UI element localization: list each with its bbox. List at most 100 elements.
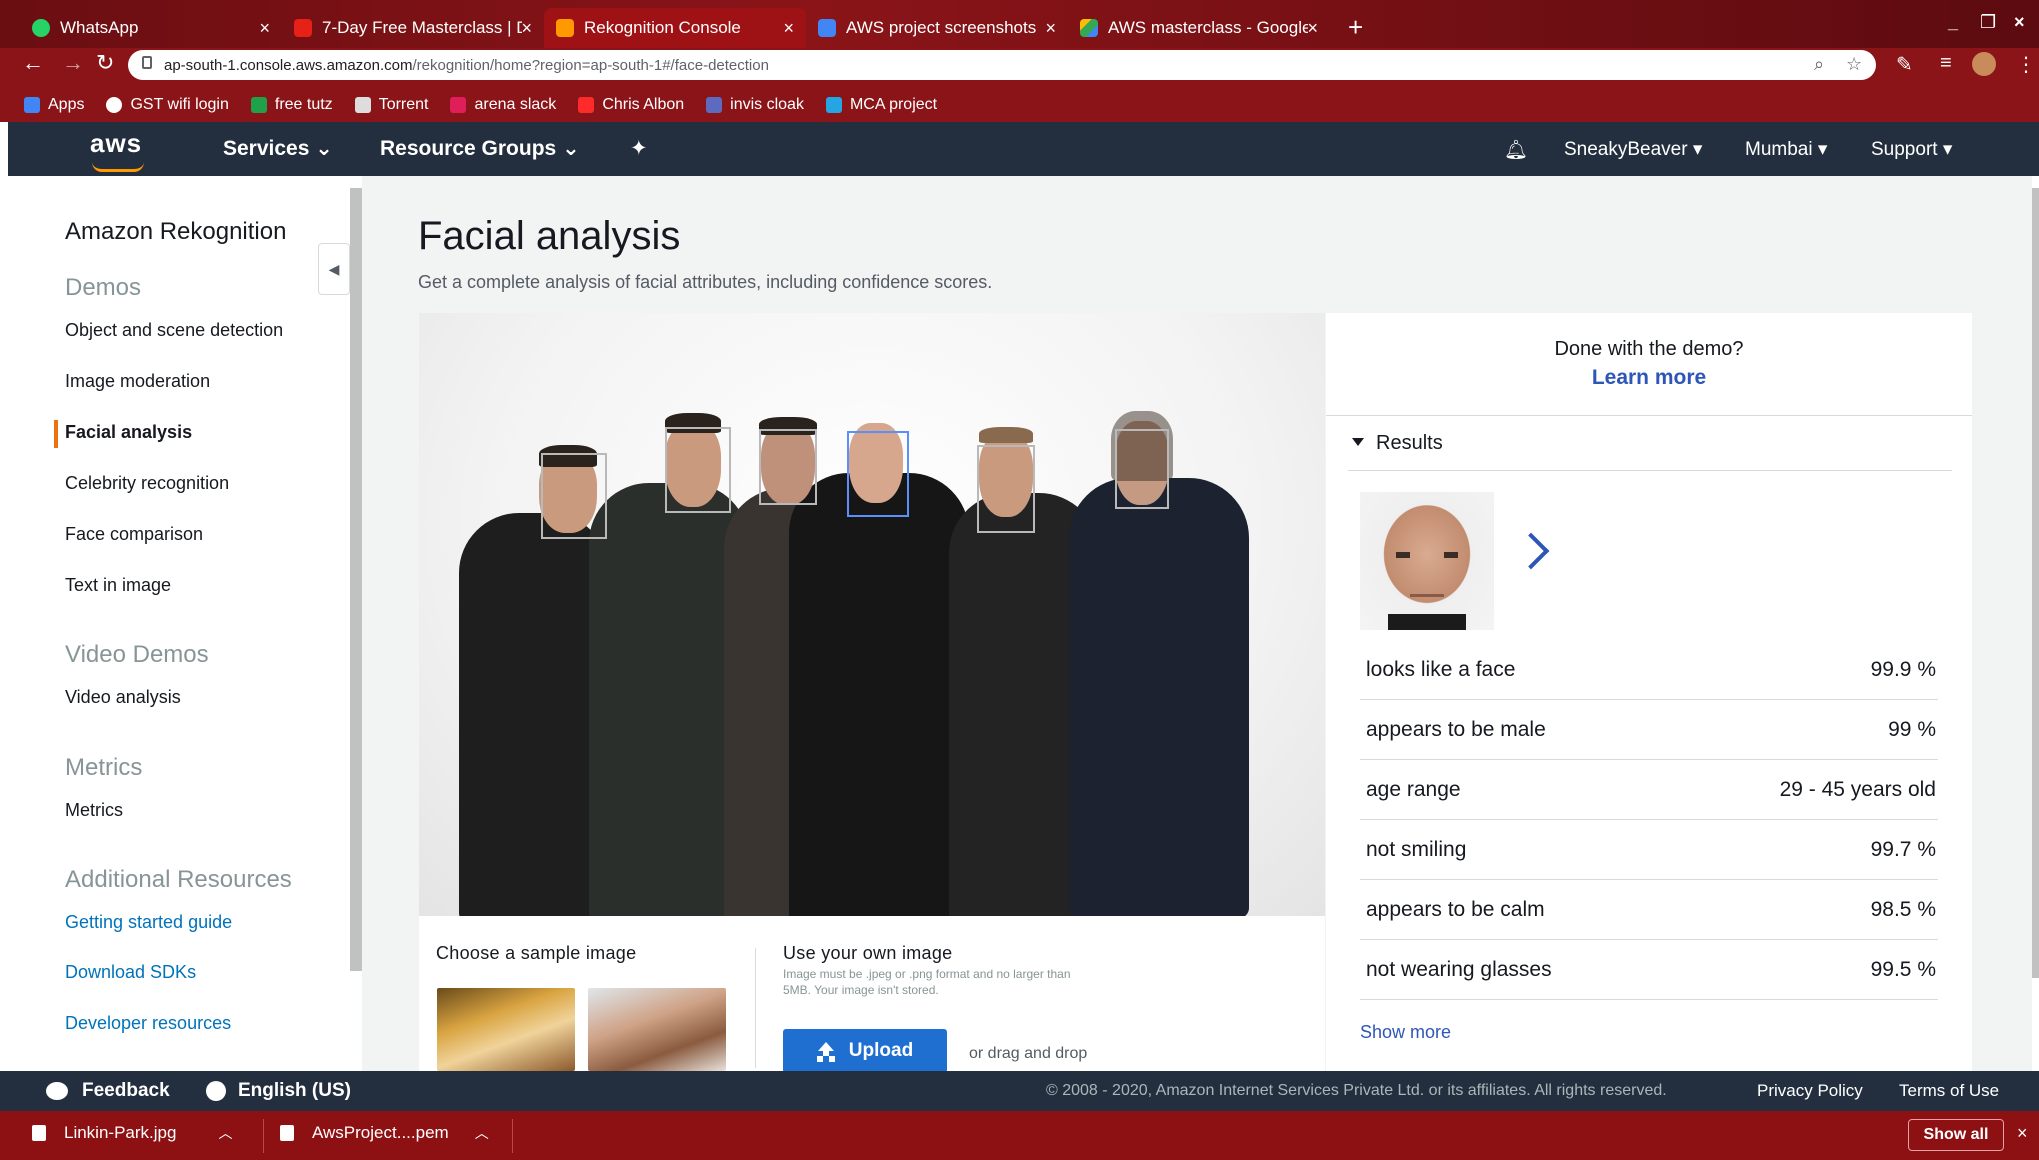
bookmark-torrent[interactable]: Torrent xyxy=(354,96,428,114)
window-close-icon[interactable]: × xyxy=(2014,12,2025,33)
sample-image-1[interactable] xyxy=(437,988,575,1071)
sidebar-item-developer-resources[interactable]: Developer resources xyxy=(65,1013,231,1034)
close-icon[interactable]: × xyxy=(2017,1123,2028,1144)
bookmark-star-icon[interactable]: ☆ xyxy=(1846,54,1862,75)
result-label: appears to be male xyxy=(1366,717,1546,741)
show-all-downloads-button[interactable]: Show all xyxy=(1908,1119,2004,1151)
tab-rekognition-console[interactable]: Rekognition Console × xyxy=(544,8,806,48)
privacy-policy-link[interactable]: Privacy Policy xyxy=(1757,1081,1863,1101)
address-bar[interactable]: ap-south-1.console.aws.amazon.com /rekog… xyxy=(128,50,1876,80)
tab-aws-project-screenshots[interactable]: AWS project screenshots × xyxy=(806,8,1068,48)
sidebar-heading-metrics: Metrics xyxy=(65,754,143,781)
sidebar-item-image-moderation[interactable]: Image moderation xyxy=(65,371,210,392)
sidebar-item-celebrity-recognition[interactable]: Celebrity recognition xyxy=(65,473,229,494)
minimize-icon[interactable]: _ xyxy=(1948,12,1958,33)
services-menu[interactable]: Services ⌄ xyxy=(223,136,333,161)
url-path: /rekognition/home?region=ap-south-1#/fac… xyxy=(412,56,769,74)
globe-icon xyxy=(106,97,123,113)
sidebar-item-getting-started-guide[interactable]: Getting started guide xyxy=(65,912,232,933)
sidebar-item-object-scene-detection[interactable]: Object and scene detection xyxy=(65,320,283,341)
zoom-icon[interactable]: ⌕ xyxy=(1814,54,1824,75)
account-label: SneakyBeaver xyxy=(1564,139,1688,160)
sample-image-2[interactable] xyxy=(588,988,726,1071)
reading-list-icon[interactable]: ≡ xyxy=(1940,52,1952,75)
torrent-icon xyxy=(354,97,371,113)
upload-button[interactable]: Upload xyxy=(783,1029,947,1073)
services-label: Services xyxy=(223,137,310,160)
tab-whatsapp[interactable]: WhatsApp × xyxy=(20,8,282,48)
feedback-button[interactable]: Feedback xyxy=(46,1080,170,1102)
sidebar-scrollbar[interactable] xyxy=(350,188,362,971)
tab-aws-masterclass-drive[interactable]: AWS masterclass - Google × xyxy=(1068,8,1330,48)
divider xyxy=(755,948,756,1068)
browser-menu-icon[interactable]: ⋮ xyxy=(2016,52,2036,77)
bookmark-free-tutz[interactable]: free tutz xyxy=(250,96,333,114)
pin-icon[interactable]: ✦ xyxy=(630,136,648,161)
reload-icon[interactable]: ↻ xyxy=(96,50,114,76)
close-icon[interactable]: × xyxy=(783,18,794,39)
restore-icon[interactable]: ❐ xyxy=(1980,12,1996,33)
result-row: not wearing glasses 99.5 % xyxy=(1360,940,1938,1000)
result-label: looks like a face xyxy=(1366,657,1516,681)
tab-masterclass[interactable]: 7-Day Free Masterclass | D × xyxy=(282,8,544,48)
back-arrow-icon[interactable]: ← xyxy=(22,50,44,76)
sidebar-collapse-button[interactable]: ◀ xyxy=(318,243,350,295)
region-label: Mumbai xyxy=(1745,139,1813,160)
bookmark-invis-cloak[interactable]: invis cloak xyxy=(706,96,804,114)
face-bounding-box-selected[interactable] xyxy=(847,431,909,517)
face-eyes xyxy=(1396,552,1458,558)
face-bounding-box[interactable] xyxy=(977,445,1035,533)
learn-more-link[interactable]: Learn more xyxy=(1326,366,1972,390)
support-menu[interactable]: Support ▾ xyxy=(1871,138,1952,161)
chevron-down-icon: ⌄ xyxy=(315,137,333,160)
apps-grid-icon xyxy=(24,97,40,113)
show-more-link[interactable]: Show more xyxy=(1360,1022,1451,1043)
face-bounding-box[interactable] xyxy=(665,427,731,513)
mca-icon xyxy=(825,97,842,113)
results-toggle[interactable]: Results xyxy=(1352,432,1443,455)
bell-icon[interactable]: 🔔︎ xyxy=(1504,138,1528,162)
new-tab-button[interactable]: + xyxy=(1348,12,1363,43)
sidebar-item-metrics[interactable]: Metrics xyxy=(65,800,123,821)
sidebar-item-facial-analysis[interactable]: Facial analysis xyxy=(65,422,192,443)
bookmark-label: MCA project xyxy=(849,96,938,113)
extension-icon[interactable]: ✎ xyxy=(1896,52,1913,77)
aws-favicon-icon xyxy=(556,19,574,37)
choose-sample-label: Choose a sample image xyxy=(436,943,637,963)
bookmark-mca-project[interactable]: MCA project xyxy=(825,96,938,114)
bookmark-arena-slack[interactable]: arena slack xyxy=(450,96,556,114)
bookmark-apps[interactable]: Apps xyxy=(24,96,84,114)
close-icon[interactable]: × xyxy=(259,18,270,39)
language-selector[interactable]: English (US) xyxy=(206,1080,351,1102)
sidebar-item-download-sdks[interactable]: Download SDKs xyxy=(65,962,196,983)
sidebar-item-face-comparison[interactable]: Face comparison xyxy=(65,524,203,545)
download-shelf: Linkin-Park.jpg ︿ AwsProject....pem ︿ Show… xyxy=(0,1111,2039,1160)
person-silhouette xyxy=(1069,478,1249,916)
resource-groups-menu[interactable]: Resource Groups ⌄ xyxy=(380,136,580,161)
forward-arrow-icon[interactable]: → xyxy=(62,50,84,76)
close-icon[interactable]: × xyxy=(521,18,532,39)
account-menu[interactable]: SneakyBeaver ▾ xyxy=(1564,138,1702,161)
resource-groups-label: Resource Groups xyxy=(380,137,557,160)
aws-logo[interactable]: aws xyxy=(90,128,144,172)
terms-of-use-link[interactable]: Terms of Use xyxy=(1899,1081,1999,1101)
face-bounding-box[interactable] xyxy=(541,453,607,539)
divider xyxy=(1348,470,1952,471)
bookmark-chris-albon[interactable]: Chris Albon xyxy=(578,96,684,114)
bookmark-gst-wifi[interactable]: GST wifi login xyxy=(106,96,229,114)
close-icon[interactable]: × xyxy=(1307,18,1318,39)
main-scrollbar[interactable] xyxy=(2032,188,2039,978)
profile-avatar[interactable] xyxy=(1972,52,1996,76)
region-menu[interactable]: Mumbai ▾ xyxy=(1745,138,1827,161)
face-bounding-box[interactable] xyxy=(759,429,817,505)
face-bounding-box[interactable] xyxy=(1115,429,1169,509)
chevron-up-icon[interactable]: ︿ xyxy=(218,1123,232,1143)
download-item[interactable]: Linkin-Park.jpg ︿ xyxy=(32,1123,232,1143)
scrollbar-thumb[interactable] xyxy=(350,188,362,971)
sidebar-item-text-in-image[interactable]: Text in image xyxy=(65,575,171,596)
close-icon[interactable]: × xyxy=(1045,18,1056,39)
chevron-up-icon[interactable]: ︿ xyxy=(475,1123,489,1143)
download-item[interactable]: AwsProject....pem ︿ xyxy=(280,1123,489,1143)
caret-down-icon: ▾ xyxy=(1692,139,1703,160)
sidebar-item-video-analysis[interactable]: Video analysis xyxy=(65,687,181,708)
